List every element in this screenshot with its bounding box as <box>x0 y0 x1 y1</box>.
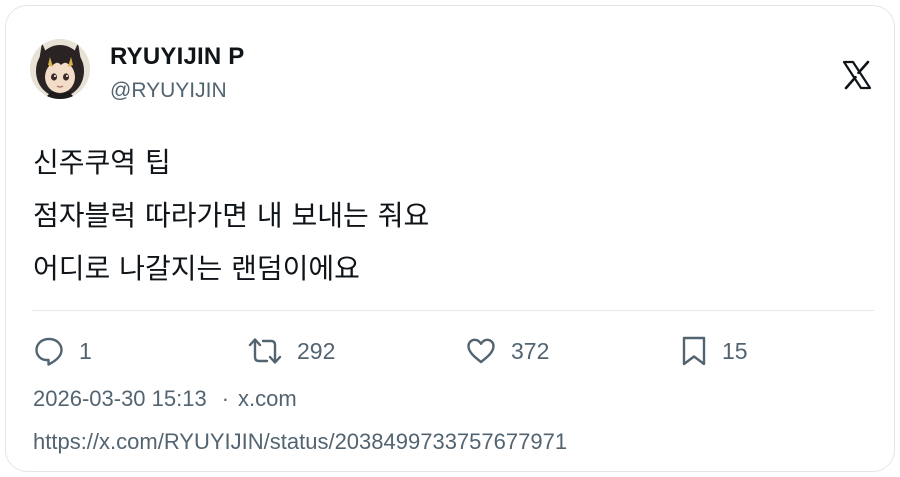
tweet-text: 신주쿠역 팁 점자블럭 따라가면 내 보내는 줘요 어디로 나갈지는 랜덤이에요 <box>33 136 873 295</box>
meta-separator: · <box>221 386 230 411</box>
anime-avatar-icon <box>30 39 90 99</box>
divider <box>32 310 874 311</box>
tweet-meta: 2026-03-30 15:13 · x.com <box>33 386 297 412</box>
bookmark-button[interactable]: 15 <box>680 333 748 369</box>
reply-button[interactable]: 1 <box>33 333 92 369</box>
source-link[interactable]: x.com <box>238 386 297 411</box>
tweet-line: 신주쿠역 팁 <box>33 146 171 179</box>
heart-icon <box>467 338 495 364</box>
tweet-line: 점자블럭 따라가면 내 보내는 줘요 <box>33 199 430 232</box>
retweet-icon <box>248 338 282 364</box>
x-logo-icon[interactable] <box>842 60 872 90</box>
timestamp[interactable]: 2026-03-30 15:13 <box>33 386 207 411</box>
author-display-name[interactable]: RYUYIJIN P <box>110 43 244 71</box>
like-count: 372 <box>511 337 550 364</box>
avatar[interactable] <box>30 39 90 99</box>
reply-count: 1 <box>79 337 92 364</box>
author-handle[interactable]: @RYUYIJIN <box>110 79 227 103</box>
tweet-line: 어디로 나갈지는 랜덤이에요 <box>33 252 360 285</box>
status-url[interactable]: https://x.com/RYUYIJIN/status/2038499733… <box>33 429 567 455</box>
retweet-count: 292 <box>297 337 336 364</box>
like-button[interactable]: 372 <box>465 333 549 369</box>
bookmark-icon <box>682 336 706 366</box>
retweet-button[interactable]: 292 <box>247 333 335 369</box>
reply-icon <box>35 337 63 366</box>
bookmark-count: 15 <box>722 337 748 364</box>
tweet-card: RYUYIJIN P @RYUYIJIN 신주쿠역 팁 점자블럭 따라가면 내 … <box>5 5 895 472</box>
